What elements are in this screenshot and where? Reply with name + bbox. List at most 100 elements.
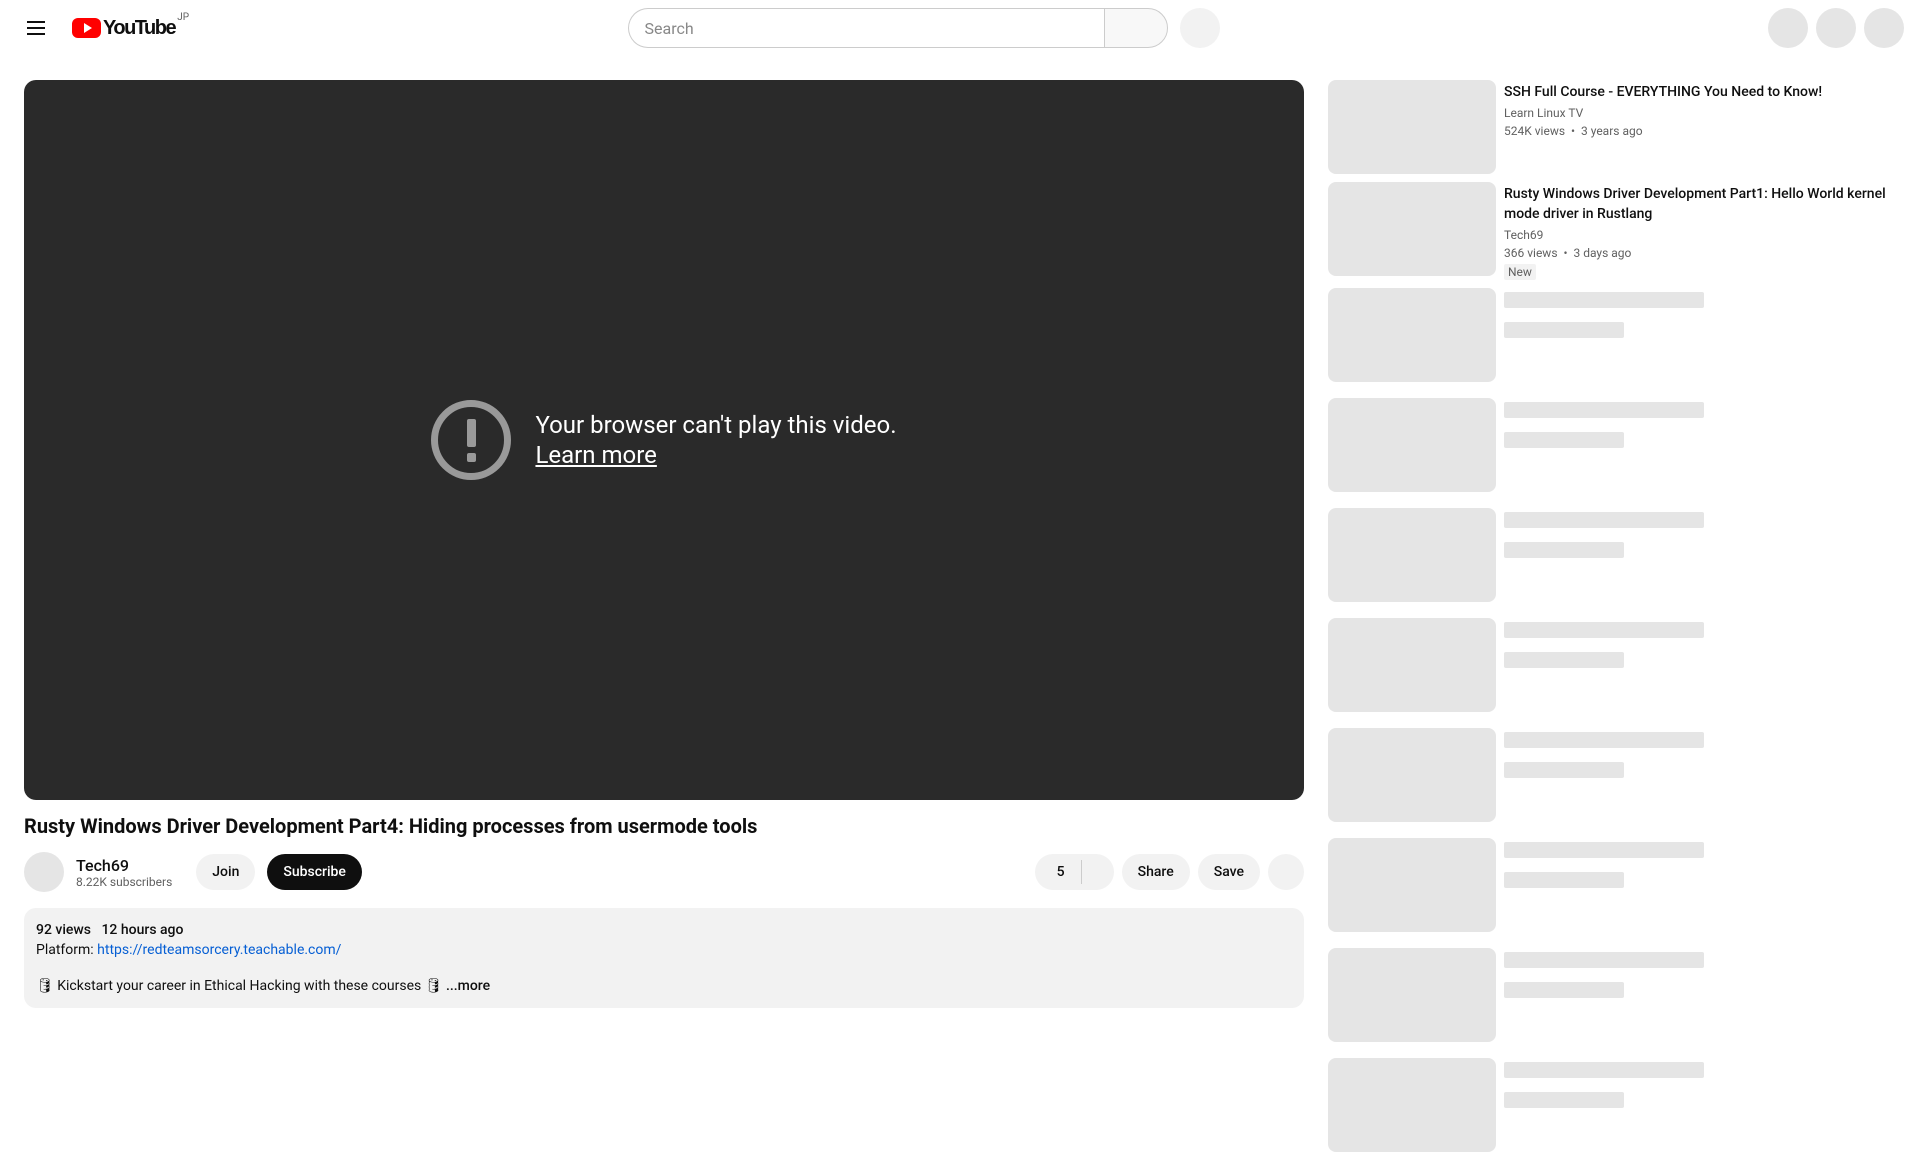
channel-info: Tech69 8.22K subscribers Join Subscribe <box>24 852 362 892</box>
skeleton-lines <box>1504 838 1896 932</box>
voice-search-button[interactable] <box>1180 8 1220 48</box>
skeleton-line <box>1504 432 1624 448</box>
subscribe-button[interactable]: Subscribe <box>267 854 362 890</box>
skeleton-lines <box>1504 728 1896 822</box>
recommendation-channel: Learn Linux TV <box>1504 106 1896 120</box>
skeleton-lines <box>1504 618 1896 712</box>
skeleton-item <box>1328 398 1896 492</box>
skeleton-item <box>1328 838 1896 932</box>
recommendation-thumbnail[interactable] <box>1328 80 1496 174</box>
skeleton-thumbnail <box>1328 398 1496 492</box>
recommendation-item[interactable]: Rusty Windows Driver Development Part1: … <box>1328 182 1896 280</box>
skeleton-line <box>1504 762 1624 778</box>
platform-link[interactable]: https://redteamsorcery.teachable.com/ <box>97 942 341 958</box>
subscriber-count: 8.22K subscribers <box>76 875 172 889</box>
recommendation-thumbnail[interactable] <box>1328 182 1496 276</box>
secondary-column: SSH Full Course - EVERYTHING You Need to… <box>1328 80 1896 1168</box>
video-player[interactable]: Your browser can't play this video. Lear… <box>24 80 1304 800</box>
skeleton-line <box>1504 402 1704 418</box>
skeleton-line <box>1504 1092 1624 1108</box>
skeleton-item <box>1328 948 1896 1042</box>
share-button[interactable]: Share <box>1122 854 1190 890</box>
recommendation-title: Rusty Windows Driver Development Part1: … <box>1504 184 1896 224</box>
skeleton-item <box>1328 288 1896 382</box>
header-left: YouTube JP <box>16 8 175 48</box>
logo-text: YouTube <box>103 17 175 40</box>
primary-column: Your browser can't play this video. Lear… <box>24 80 1304 1168</box>
skeleton-line <box>1504 1062 1704 1078</box>
description-platform-line: Platform: https://redteamsorcery.teachab… <box>36 940 1292 960</box>
video-actions: 5 Share Save <box>1035 854 1304 890</box>
skeleton-thumbnail <box>1328 618 1496 712</box>
description-text: 🛢 Kickstart your career in Ethical Hacki… <box>36 978 446 994</box>
skeleton-line <box>1504 542 1624 558</box>
upload-age: 12 hours ago <box>101 922 183 938</box>
like-count: 5 <box>1057 864 1065 880</box>
platform-label: Platform: <box>36 942 97 958</box>
view-count: 92 views <box>36 922 91 938</box>
skeleton-line <box>1504 952 1704 968</box>
recommendation-channel: Tech69 <box>1504 228 1896 242</box>
skeleton-line <box>1504 622 1704 638</box>
skeleton-thumbnail <box>1328 838 1496 932</box>
skeleton-line <box>1504 872 1624 888</box>
channel-avatar[interactable] <box>24 852 64 892</box>
search-input[interactable] <box>628 8 1104 48</box>
skeleton-line <box>1504 842 1704 858</box>
create-button[interactable] <box>1768 8 1808 48</box>
notifications-button[interactable] <box>1816 8 1856 48</box>
skeleton-line <box>1504 982 1624 998</box>
recommendation-title: SSH Full Course - EVERYTHING You Need to… <box>1504 82 1896 102</box>
channel-row: Tech69 8.22K subscribers Join Subscribe … <box>24 852 1304 892</box>
skeleton-thumbnail <box>1328 1058 1496 1152</box>
skeleton-line <box>1504 512 1704 528</box>
skeleton-thumbnail <box>1328 948 1496 1042</box>
description-box[interactable]: 92 views 12 hours ago Platform: https://… <box>24 908 1304 1008</box>
skeleton-item <box>1328 728 1896 822</box>
skeleton-lines <box>1504 398 1896 492</box>
more-actions-button[interactable] <box>1268 854 1304 890</box>
skeleton-lines <box>1504 948 1896 1042</box>
skeleton-item <box>1328 1058 1896 1152</box>
recommendation-badge: New <box>1504 264 1536 280</box>
account-button[interactable] <box>1864 8 1904 48</box>
country-code: JP <box>177 12 189 23</box>
search-box <box>628 8 1168 48</box>
header-right <box>1768 8 1904 48</box>
recommendations-list: SSH Full Course - EVERYTHING You Need to… <box>1328 80 1896 280</box>
skeleton-lines <box>1504 1058 1896 1152</box>
skeleton-line <box>1504 322 1624 338</box>
skeleton-item <box>1328 508 1896 602</box>
join-button[interactable]: Join <box>196 854 255 890</box>
recommendation-info: SSH Full Course - EVERYTHING You Need to… <box>1504 80 1896 174</box>
skeleton-line <box>1504 292 1704 308</box>
youtube-play-icon <box>72 18 101 38</box>
channel-name[interactable]: Tech69 <box>76 856 172 875</box>
search-button[interactable] <box>1104 8 1168 48</box>
hamburger-icon <box>27 27 45 29</box>
skeleton-thumbnail <box>1328 288 1496 382</box>
recommendation-info: Rusty Windows Driver Development Part1: … <box>1504 182 1896 280</box>
recommendation-meta: 366 views • 3 days ago <box>1504 246 1896 260</box>
video-title: Rusty Windows Driver Development Part4: … <box>24 812 1304 840</box>
error-icon <box>431 400 511 480</box>
like-button[interactable]: 5 <box>1035 854 1081 890</box>
recommendation-meta: 524K views • 3 years ago <box>1504 124 1896 138</box>
save-button[interactable]: Save <box>1198 854 1260 890</box>
description-body: 🛢 Kickstart your career in Ethical Hacki… <box>36 976 1292 996</box>
error-message: Your browser can't play this video. <box>535 411 896 439</box>
learn-more-link[interactable]: Learn more <box>535 441 896 469</box>
main-content: Your browser can't play this video. Lear… <box>0 56 1920 1168</box>
skeleton-line <box>1504 652 1624 668</box>
skeleton-lines <box>1504 508 1896 602</box>
skeleton-lines <box>1504 288 1896 382</box>
skeleton-item <box>1328 618 1896 712</box>
dislike-button[interactable] <box>1082 854 1114 890</box>
description-meta: 92 views 12 hours ago <box>36 920 1292 940</box>
menu-button[interactable] <box>16 8 56 48</box>
show-more-button[interactable]: ...more <box>446 978 490 994</box>
recommendation-item[interactable]: SSH Full Course - EVERYTHING You Need to… <box>1328 80 1896 174</box>
header: YouTube JP <box>0 0 1920 56</box>
youtube-logo[interactable]: YouTube JP <box>72 17 175 40</box>
player-error-text: Your browser can't play this video. Lear… <box>535 411 896 469</box>
